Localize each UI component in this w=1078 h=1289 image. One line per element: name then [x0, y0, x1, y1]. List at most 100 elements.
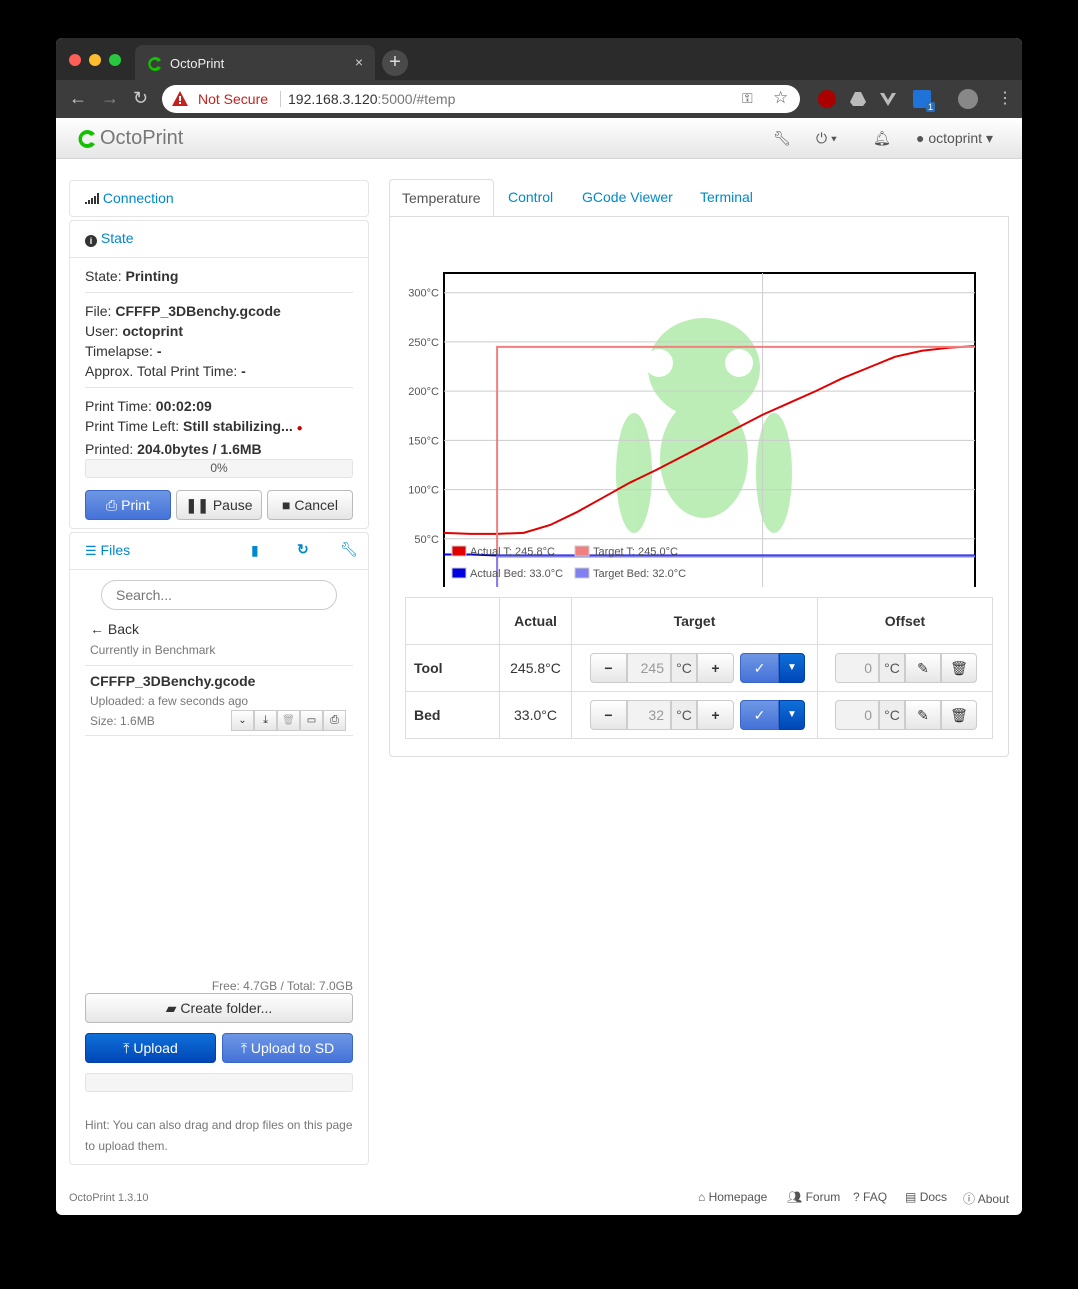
bed-offset-input[interactable]: 0 — [835, 700, 879, 730]
browser-tab[interactable]: OctoPrint × — [135, 45, 375, 81]
tool-actual: 245.8°C — [499, 644, 572, 692]
minimize-window-button[interactable] — [89, 54, 101, 66]
ublock-extension-icon[interactable] — [818, 90, 836, 108]
legend-swatch — [451, 567, 467, 579]
tool-offset-input[interactable]: 0 — [835, 653, 879, 683]
minus-icon[interactable]: − — [590, 700, 627, 730]
key-icon[interactable]: ⚿ — [742, 90, 753, 107]
state-title[interactable]: State — [101, 230, 134, 246]
zoom-window-button[interactable] — [109, 54, 121, 66]
create-folder-button[interactable]: ▰ Create folder... — [85, 993, 353, 1023]
file-value: CFFFP_3DBenchy.gcode — [115, 303, 281, 319]
address-bar[interactable]: Not Secure 192.168.3.120:5000/#temp ⚿ ☆ — [162, 85, 800, 113]
menu-dots-icon[interactable]: ⋮ — [997, 88, 1013, 108]
pencil-icon[interactable]: ✎ — [905, 700, 941, 730]
progress-text: 0% — [210, 461, 228, 475]
browser-toolbar: ← → ↻ Not Secure 192.168.3.120:5000/#tem… — [56, 80, 1022, 118]
estimate-dot-icon[interactable]: ● — [297, 423, 303, 434]
download-icon[interactable]: ⤓ — [254, 710, 277, 731]
back-link[interactable]: ← Back — [90, 621, 139, 637]
book-icon: ▤ — [905, 1190, 917, 1204]
tab-terminal[interactable]: Terminal — [688, 179, 765, 217]
tab-close-icon[interactable]: × — [355, 54, 363, 70]
y-tick-label: 300°C — [408, 288, 439, 300]
divider — [85, 387, 353, 388]
trash-icon[interactable]: 🗑︎ — [277, 710, 300, 731]
question-icon: ? — [853, 1190, 860, 1204]
user-name: octoprint — [928, 130, 983, 146]
close-window-button[interactable] — [69, 54, 81, 66]
print-button[interactable]: ⎙ Print — [85, 490, 171, 520]
caret-down-icon[interactable]: ▼ — [779, 653, 805, 683]
forward-arrow-icon[interactable]: → — [101, 88, 119, 109]
files-title[interactable]: Files — [101, 542, 131, 558]
tab-temperature[interactable]: Temperature — [389, 179, 494, 217]
legend-entry: Actual Bed: 33.0°C — [470, 568, 563, 580]
wrench-icon[interactable]: 🔧︎ — [340, 541, 358, 558]
footer-forum-link[interactable]: 👥︎ Forum — [787, 1190, 840, 1204]
table-row: Tool 245.8°C − 245 °C + ✓ ▼ 0 °C ✎ 🗑︎ — [405, 644, 993, 692]
bed-target-input[interactable]: 32 — [627, 700, 671, 730]
trash-icon[interactable]: 🗑︎ — [941, 653, 977, 683]
tab-control[interactable]: Control — [496, 179, 565, 217]
caret-down-icon[interactable]: ▼ — [779, 700, 805, 730]
connection-title[interactable]: Connection — [103, 190, 174, 206]
state-row: State: Printing — [85, 266, 353, 286]
cancel-label: Cancel — [294, 497, 338, 513]
profile-avatar[interactable] — [958, 89, 978, 109]
bed-offset-cell: 0 °C ✎ 🗑︎ — [817, 691, 993, 739]
file-icon[interactable]: ▮ — [251, 542, 259, 559]
pencil-icon[interactable]: ✎ — [905, 653, 941, 683]
plus-icon[interactable]: + — [697, 700, 734, 730]
upload-label: Upload — [133, 1040, 178, 1056]
timelapse-label: Timelapse: — [85, 343, 153, 359]
drive-extension-icon[interactable] — [849, 90, 867, 108]
star-icon[interactable]: ☆ — [773, 88, 788, 108]
refresh-icon[interactable]: ↻ — [297, 541, 309, 558]
minus-icon[interactable]: − — [590, 653, 627, 683]
print-file-icon[interactable]: ⎙ — [323, 710, 346, 731]
security-label[interactable]: Not Secure — [198, 91, 268, 107]
faq-label: FAQ — [863, 1190, 888, 1204]
footer-docs-link[interactable]: ▤ Docs — [905, 1190, 947, 1204]
upload-button[interactable]: ⤒ Upload — [85, 1033, 216, 1063]
tool-target-input[interactable]: 245 — [627, 653, 671, 683]
brand-title[interactable]: OctoPrint — [100, 127, 183, 150]
connection-header[interactable]: Connection — [70, 181, 368, 217]
url-text[interactable]: 192.168.3.120:5000/#temp — [288, 91, 455, 107]
check-icon[interactable]: ✓ — [740, 653, 779, 683]
url-rest: :5000/#temp — [377, 91, 456, 107]
notifications-bell-icon[interactable]: 🔔︎ — [873, 130, 891, 147]
footer-faq-link[interactable]: ? FAQ — [853, 1190, 887, 1204]
cancel-button[interactable]: ■ Cancel — [267, 490, 353, 520]
pause-button[interactable]: ❚❚ Pause — [176, 490, 262, 520]
back-label: Back — [107, 621, 140, 637]
header-empty — [405, 597, 500, 645]
connection-panel: Connection — [69, 180, 369, 217]
back-arrow-icon[interactable]: ← — [69, 88, 87, 109]
state-header[interactable]: i State — [70, 221, 368, 257]
reload-icon[interactable]: ↻ — [133, 88, 148, 109]
trash-icon[interactable]: 🗑︎ — [941, 700, 977, 730]
file-name[interactable]: CFFFP_3DBenchy.gcode — [90, 673, 255, 689]
folder-open-icon[interactable]: ▭ — [300, 710, 323, 731]
user-menu[interactable]: ● octoprint ▾ — [916, 130, 993, 147]
upload-to-sd-button[interactable]: ⤒ Upload to SD — [222, 1033, 353, 1063]
y-tick-label: 250°C — [408, 337, 439, 349]
expand-icon[interactable]: ⌄ — [231, 710, 254, 731]
temperature-chart: 50°C100°C150°C200°C250°C300°C- 1 minActu… — [408, 272, 976, 587]
vue-extension-icon[interactable] — [879, 90, 897, 108]
footer-homepage-link[interactable]: ⌂ Homepage — [698, 1190, 767, 1204]
power-menu-icon[interactable]: ⏻ ▾ — [816, 130, 837, 147]
omnibox-divider — [280, 91, 281, 107]
trello-extension-icon[interactable]: 1 — [913, 90, 935, 112]
new-tab-button[interactable]: + — [382, 50, 408, 76]
plus-icon[interactable]: + — [697, 653, 734, 683]
tab-gcode-viewer[interactable]: GCode Viewer — [570, 179, 685, 217]
list-item[interactable]: CFFFP_3DBenchy.gcode Uploaded: a few sec… — [85, 666, 353, 736]
url-host: 192.168.3.120 — [288, 91, 378, 107]
footer-about-link[interactable]: ⓘ About — [963, 1190, 1009, 1207]
check-icon[interactable]: ✓ — [740, 700, 779, 730]
settings-wrench-icon[interactable]: 🔧︎ — [773, 130, 791, 147]
search-input[interactable] — [101, 580, 337, 610]
